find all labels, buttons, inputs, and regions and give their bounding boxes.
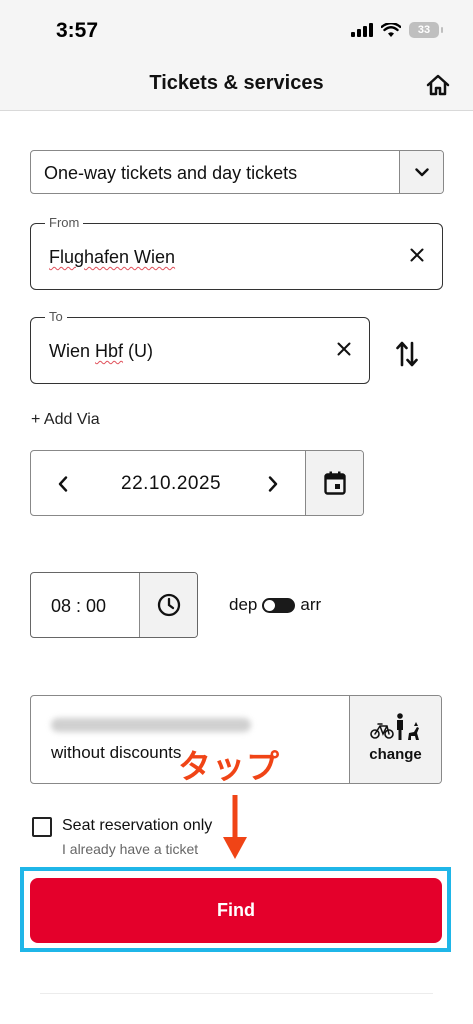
clear-from-button[interactable] [406,244,428,266]
signal-icon [351,23,373,37]
blurred-traveler-info [51,718,251,732]
time-picker: 08 : 00 [30,572,198,638]
divider [40,993,433,994]
change-travelers-button[interactable]: change [349,696,441,783]
seat-reservation-checkbox[interactable] [32,817,52,837]
calendar-button[interactable] [305,451,363,515]
clock-button[interactable] [139,573,197,637]
ticket-type-dropdown-button[interactable] [399,151,443,193]
find-button[interactable]: Find [30,878,442,943]
previous-day-button[interactable] [53,472,73,496]
seat-reservation-sublabel: I already have a ticket [62,841,199,857]
status-icons: 33 [351,22,443,38]
arrow-down-icon [223,795,247,859]
dep-arr-toggle[interactable] [262,597,296,613]
dep-arr-switch[interactable]: dep arr [229,595,321,615]
clock-icon [157,593,180,617]
to-value-spell: Hbf [95,341,124,361]
from-field[interactable]: From Flughafen Wien [30,215,443,290]
clear-to-button[interactable] [333,338,355,360]
swap-vertical-icon [396,341,418,367]
app-header: Tickets & services [0,60,473,111]
chevron-right-icon [268,476,278,492]
dep-label: dep [229,595,258,614]
to-value-suffix: (U) [123,341,154,361]
calendar-icon [323,471,346,495]
home-button[interactable] [423,70,453,100]
date-picker: 22.10.2025 [30,450,364,516]
close-icon [410,248,424,262]
tap-annotation: タップ [178,748,280,785]
chevron-left-icon [58,476,68,492]
home-icon [426,74,450,96]
wifi-icon [381,22,401,37]
from-value: Flughafen Wien [49,247,176,267]
add-via-link[interactable]: + Add Via [31,411,100,429]
ticket-type-value: One-way tickets and day tickets [44,163,298,183]
from-legend: From [45,215,84,230]
chevron-down-icon [414,167,429,176]
battery-icon: 33 [409,22,443,38]
ticket-type-select[interactable]: One-way tickets and day tickets [30,150,444,194]
close-icon [337,342,351,356]
status-bar: 3:57 33 [0,0,473,60]
to-value-prefix: Wien [49,341,96,361]
next-day-button[interactable] [263,472,283,496]
travelers-icon [370,713,419,740]
time-value[interactable]: 08 : 00 [51,596,106,617]
status-time: 3:57 [56,19,99,42]
to-field[interactable]: To Wien Hbf (U) [30,309,370,384]
arr-label: arr [300,595,322,614]
discount-text: without discounts [51,743,182,762]
to-value: Wien Hbf (U) [49,341,153,362]
date-value[interactable]: 22.10.2025 [121,473,221,495]
swap-stations-button[interactable] [393,336,421,372]
page-title: Tickets & services [149,72,324,94]
seat-reservation-label[interactable]: Seat reservation only [62,817,212,835]
to-legend: To [45,309,67,324]
change-label: change [369,746,422,763]
